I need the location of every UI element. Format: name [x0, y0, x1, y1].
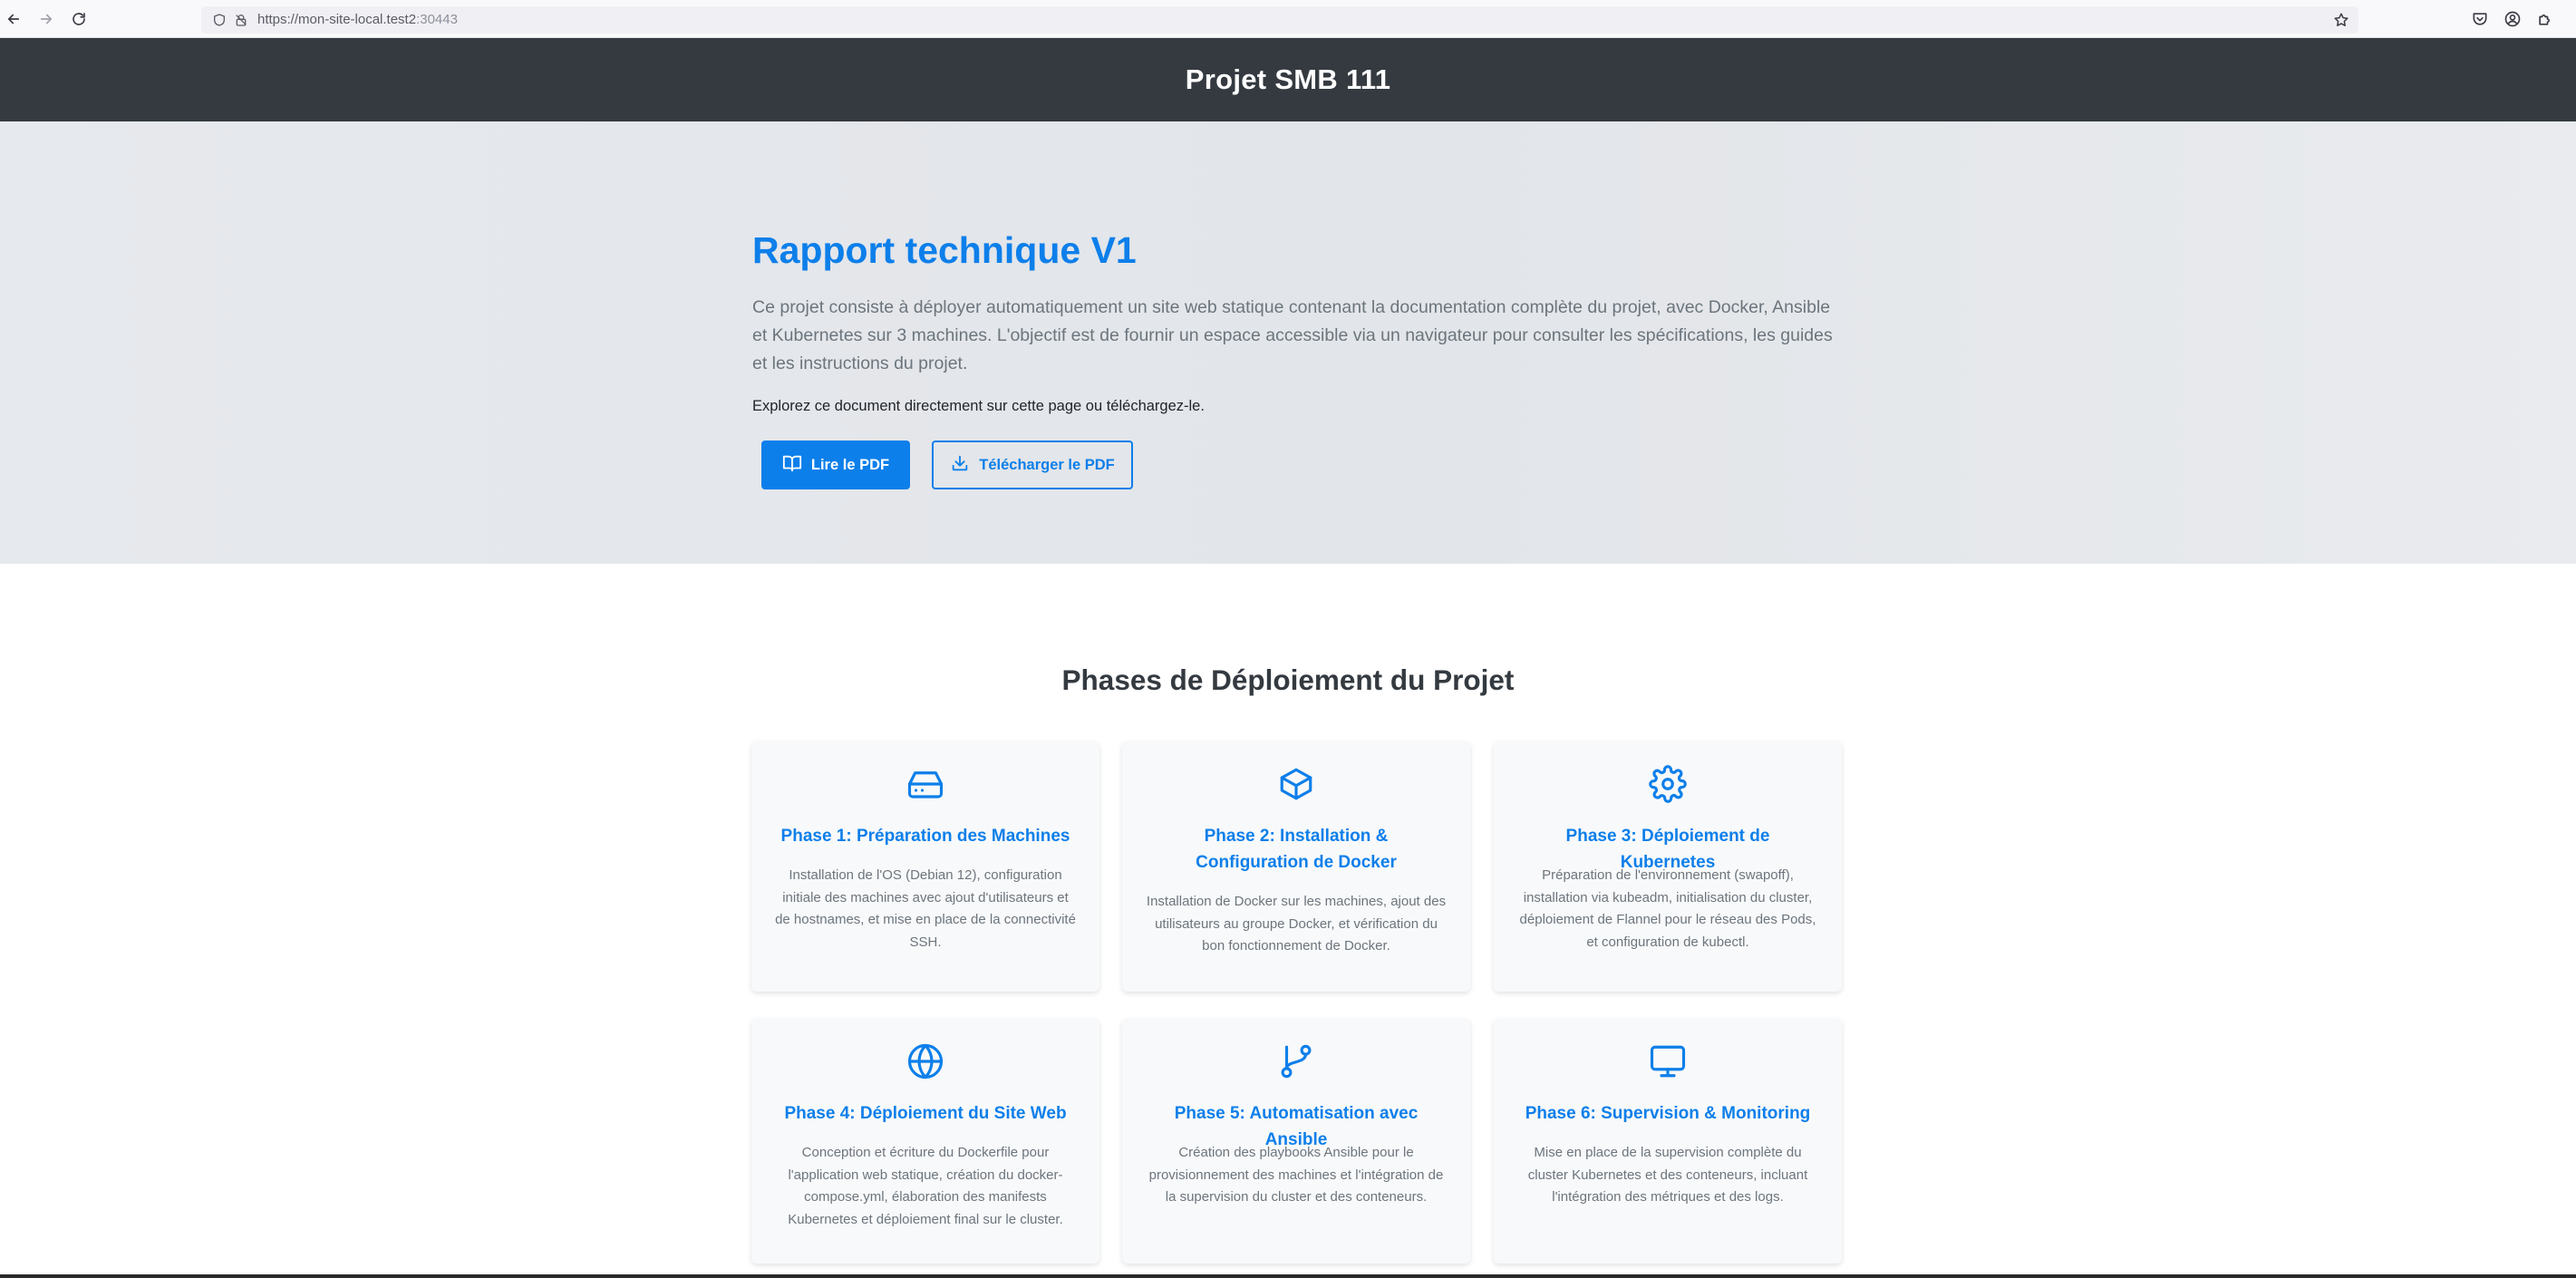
- phase-card-title: Phase 2: Installation & Configuration de…: [1196, 827, 1397, 872]
- phase-card-title: Phase 4: Déploiement du Site Web: [784, 1104, 1067, 1123]
- extensions-icon[interactable]: [2536, 10, 2554, 28]
- phase-card-description: Création des playbooks Ansible pour le p…: [1148, 1145, 1444, 1205]
- forward-icon[interactable]: [34, 7, 58, 31]
- back-icon[interactable]: [2, 7, 25, 31]
- read-pdf-button[interactable]: Lire le PDF: [761, 441, 910, 489]
- url-host: https://mon-site-local.test2: [257, 12, 417, 27]
- phase-card-title: Phase 1: Préparation des Machines: [780, 827, 1070, 846]
- download-pdf-label: Télécharger le PDF: [979, 456, 1115, 473]
- browser-toolbar: https://mon-site-local.test2:30443: [0, 0, 2576, 38]
- phase-card-4: Phase 4: Déploiement du Site Web Concept…: [751, 1019, 1099, 1263]
- explore-text: Explorez ce document directement sur cet…: [752, 398, 1205, 415]
- phase-card-1: Phase 1: Préparation des Machines Instal…: [751, 741, 1099, 992]
- window-bottom-border: [0, 1274, 2576, 1278]
- monitor-icon: [1494, 1042, 1842, 1080]
- phase-card-description: Préparation de l'environnement (swapoff)…: [1519, 867, 1816, 950]
- phase-card-title: Phase 6: Supervision & Monitoring: [1525, 1104, 1811, 1123]
- account-icon[interactable]: [2503, 10, 2522, 28]
- reload-icon[interactable]: [67, 7, 91, 31]
- download-pdf-button[interactable]: Télécharger le PDF: [932, 441, 1133, 489]
- hero-content: Rapport technique V1 Ce projet consiste …: [752, 229, 1840, 415]
- pocket-icon[interactable]: [2471, 10, 2489, 28]
- site-title: Projet SMB 111: [1185, 63, 1391, 95]
- hero-section: Rapport technique V1 Ce projet consiste …: [0, 121, 2576, 564]
- git-branch-icon: [1122, 1042, 1470, 1080]
- phase-card-description: Mise en place de la supervision complète…: [1527, 1145, 1808, 1205]
- hard-drive-icon: [751, 765, 1099, 803]
- bookmark-star-icon[interactable]: [2333, 12, 2349, 33]
- phase-card-6: Phase 6: Supervision & Monitoring Mise e…: [1494, 1019, 1842, 1263]
- tracking-shield-icon[interactable]: [212, 13, 227, 32]
- phases-title: Phases de Déploiement du Projet: [1061, 663, 1515, 696]
- lock-icon[interactable]: [234, 13, 248, 32]
- phase-card-3: Phase 3: Déploiement de Kubernetes Prépa…: [1494, 741, 1842, 992]
- pdf-actions: Lire le PDF Télécharger le PDF: [761, 441, 1133, 489]
- phase-card-description: Installation de Docker sur les machines,…: [1146, 894, 1447, 954]
- phase-card-description: Conception et écriture du Dockerfile pou…: [788, 1145, 1063, 1227]
- book-open-icon: [782, 453, 802, 478]
- download-icon: [950, 453, 970, 478]
- globe-icon: [751, 1042, 1099, 1080]
- gear-icon: [1494, 765, 1842, 803]
- project-description: Ce projet consiste à déployer automatiqu…: [752, 297, 1833, 374]
- url-bar[interactable]: https://mon-site-local.test2:30443: [201, 6, 2358, 34]
- phase-card-2: Phase 2: Installation & Configuration de…: [1122, 741, 1470, 992]
- site-header: Projet SMB 111: [0, 38, 2576, 121]
- box-icon: [1122, 765, 1470, 803]
- url-port: :30443: [416, 12, 458, 27]
- url-text[interactable]: https://mon-site-local.test2:30443: [257, 12, 458, 27]
- phase-card-description: Installation de l'OS (Debian 12), config…: [775, 867, 1076, 950]
- phase-card-5: Phase 5: Automatisation avec Ansible Cré…: [1122, 1019, 1470, 1263]
- report-title: Rapport technique V1: [752, 229, 1137, 271]
- read-pdf-label: Lire le PDF: [810, 456, 890, 473]
